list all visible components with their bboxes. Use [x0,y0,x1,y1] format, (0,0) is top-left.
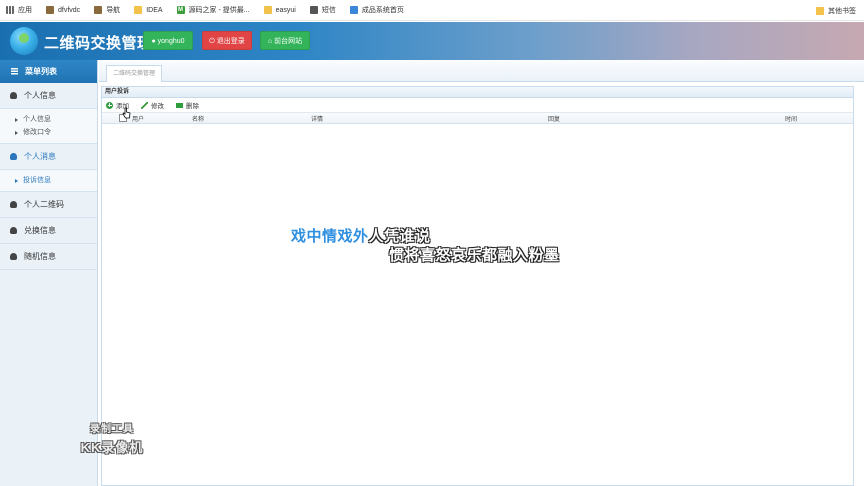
add-icon [106,101,113,109]
video-subtitle-line1: 戏中情戏外人凭谁说 [291,228,431,245]
sidebar-group-exchange[interactable]: 兑换信息 [0,218,97,244]
bookmark-easyui[interactable]: easyui [263,6,296,14]
pencil-icon [141,101,148,109]
folder-icon [134,6,143,14]
grid-toolbar: 添加 修改 删除 [102,98,853,113]
video-subtitle-line2: 惯将喜怒哀乐都融入粉墨 [389,247,560,264]
recorder-watermark: 录制工具 KK录像机 [80,424,144,455]
bookmarks-bar: 应用 dfvfvdc 导航 IDEA M 源码之家 - 提供最... easyui… [0,0,864,21]
sidebar-submenu-personal-messages: 投诉信息 [0,170,97,192]
caret-right-icon [15,117,18,122]
grid-header: 用户 名称 详情 回复 时间 [102,113,853,124]
column-user[interactable]: 用户 [132,114,144,123]
tab-home[interactable]: 二维码交换管理 [106,65,163,82]
image-icon [46,6,54,14]
column-detail[interactable]: 详情 [311,114,323,123]
column-name[interactable]: 名称 [192,114,204,123]
bookmark-idea[interactable]: IDEA [134,6,163,14]
app-title: 二维码交换管理 [44,35,153,52]
column-time[interactable]: 时间 [785,114,797,123]
user-icon [10,253,17,260]
user-button[interactable]: ● yonghu0 [143,31,193,50]
user-logo-icon [10,27,38,55]
blue-globe-icon [349,6,358,14]
sidebar-submenu-personal-info: 个人信息 修改口令 [0,109,97,144]
delete-button[interactable]: 删除 [176,100,199,110]
folder-icon [816,7,824,15]
tab-bar: 二维码交换管理 [99,60,864,82]
sidebar-group-random[interactable]: 随机信息 [0,244,97,270]
app-header: 二维码交换管理 ● yonghu0 ⏻ 退出登录 ⌂ 前台网站 [0,22,864,60]
image-icon [94,6,103,14]
caret-right-icon [15,130,18,135]
mouse-cursor-icon [122,107,131,119]
user-icon [10,92,17,99]
sidebar-group-qrcode[interactable]: 个人二维码 [0,192,97,218]
bookmark-nav[interactable]: 导航 [94,5,120,15]
bookmark-other[interactable]: 其他书签 [816,6,856,16]
sidebar-item-complaints[interactable]: 投诉信息 [15,174,97,187]
m-icon: M [176,6,185,14]
caret-right-icon [15,178,18,183]
sidebar-group-personal-info[interactable]: 个人信息 [0,83,97,109]
list-icon [11,68,18,75]
bookmark-dfvfvdc[interactable]: dfvfvdc [46,6,80,14]
bookmark-source[interactable]: M 源码之家 - 提供最... [176,5,250,15]
folder-icon [263,6,272,14]
user-icon [10,153,17,160]
globe-icon [309,6,318,14]
delete-icon [176,102,183,108]
edit-button[interactable]: 修改 [141,100,164,110]
complaints-panel: 用户投诉 添加 修改 删除 用户 名称 详情 回复 时间 [101,86,854,486]
panel-title: 用户投诉 [102,87,853,98]
apps-icon [6,6,14,14]
bookmark-apps[interactable]: 应用 [6,5,32,15]
column-reply[interactable]: 回复 [548,114,560,123]
bookmark-sms[interactable]: 短信 [309,5,336,15]
menu-title: 菜单列表 [0,60,97,83]
user-icon [10,227,17,234]
sidebar-group-personal-messages[interactable]: 个人消息 [0,144,97,170]
sidebar-item-change-password[interactable]: 修改口令 [15,126,97,139]
logout-button[interactable]: ⏻ 退出登录 [202,31,252,50]
main-area: 二维码交换管理 用户投诉 添加 修改 删除 用户 名称 详情 回复 时间 [99,60,864,486]
bookmark-home[interactable]: 成品系统首页 [349,5,404,15]
user-icon [10,201,17,208]
front-site-button[interactable]: ⌂ 前台网站 [260,31,310,50]
sidebar-item-personal-info[interactable]: 个人信息 [15,113,97,126]
